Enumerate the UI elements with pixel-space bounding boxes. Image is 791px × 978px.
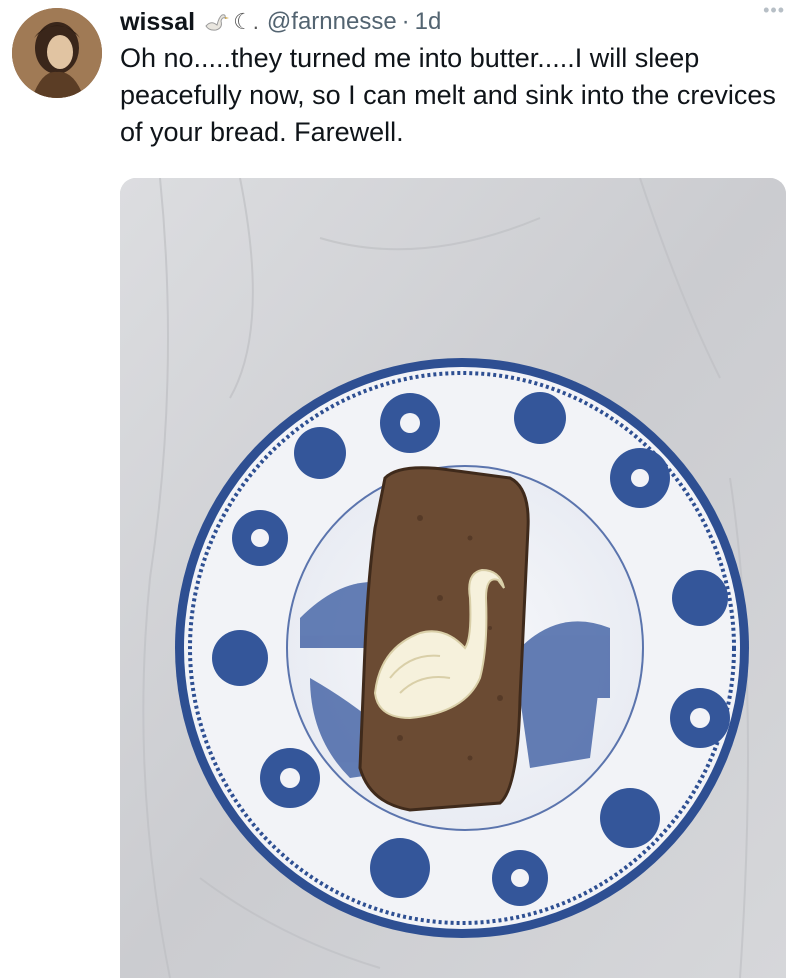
- user-handle[interactable]: @farnnesse: [267, 8, 397, 36]
- tweet-header: wissal ☾. @farnnesse · 1d: [120, 4, 779, 40]
- separator-dot: ·: [401, 8, 410, 35]
- swan-emoji-icon: [203, 11, 231, 33]
- butter-swan-photo-icon: [120, 178, 786, 978]
- timestamp[interactable]: 1d: [415, 8, 442, 36]
- more-options-icon[interactable]: •••: [763, 0, 785, 21]
- avatar[interactable]: [12, 8, 102, 98]
- tweet-media-photo[interactable]: [120, 178, 786, 978]
- tweet-text: Oh no.....they turned me into butter....…: [120, 43, 776, 147]
- crescent-moon-icon: ☾.: [233, 9, 259, 34]
- name-emojis: ☾.: [203, 9, 259, 35]
- avatar-portrait-icon: [12, 8, 102, 98]
- display-name[interactable]: wissal: [120, 8, 195, 37]
